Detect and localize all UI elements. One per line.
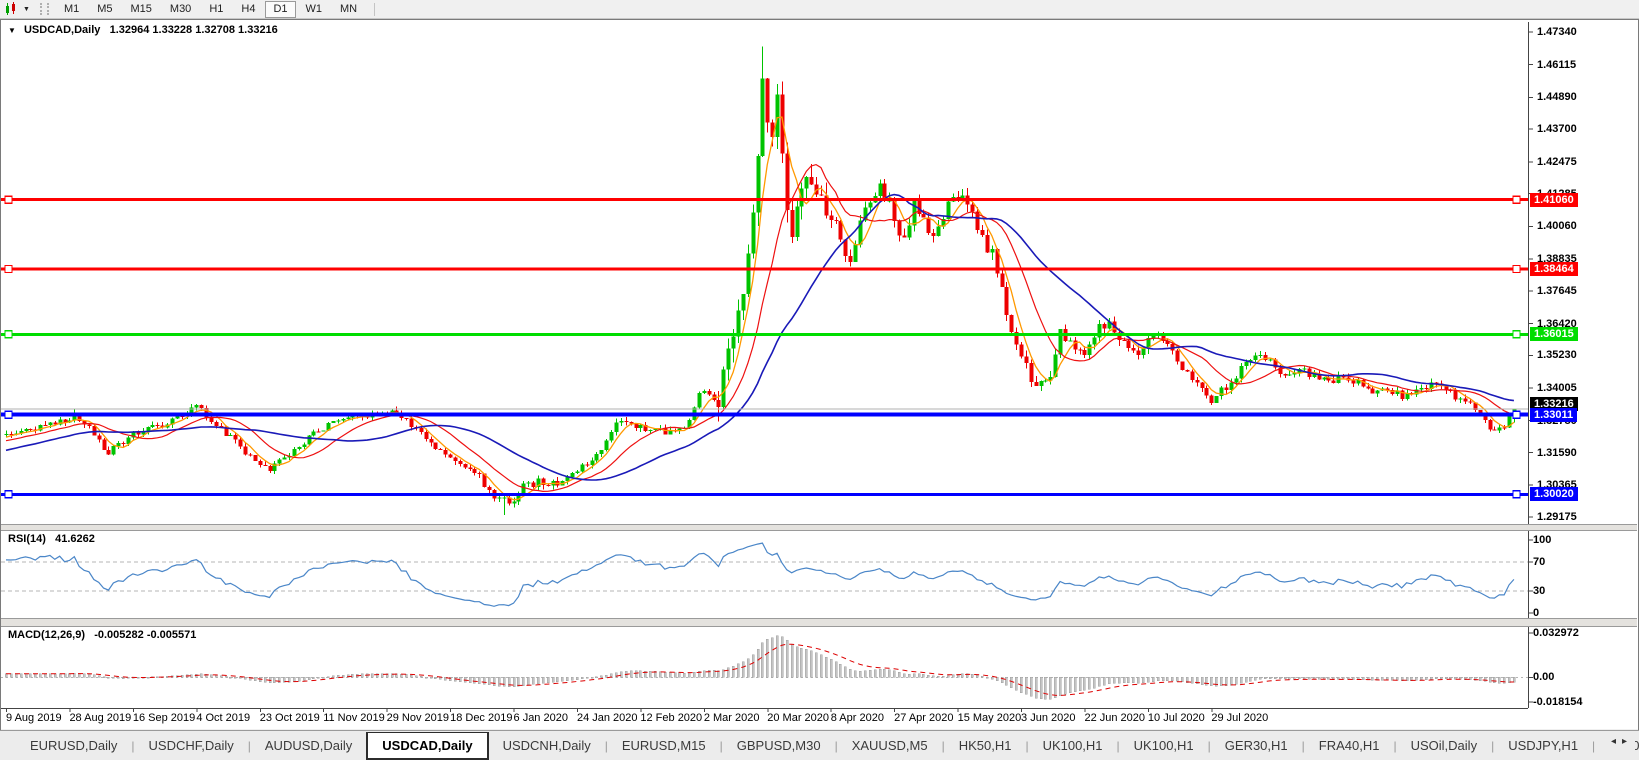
price-tick: 1.34005 — [1537, 382, 1577, 395]
pane-splitter-rsi[interactable] — [1, 524, 1637, 531]
hline-handle[interactable] — [4, 264, 13, 274]
timeframe-button-d1[interactable]: D1 — [265, 0, 296, 18]
chart-type-dropdown-icon[interactable]: ▼ — [23, 6, 30, 13]
tab-audusd-daily[interactable]: AUDUSD,Daily — [251, 733, 366, 759]
hline-handle[interactable] — [4, 490, 13, 499]
date-tick-label: 9 Aug 2019 — [6, 712, 62, 724]
hline-handle[interactable] — [4, 195, 13, 204]
date-tick-label: 16 Sep 2019 — [132, 712, 196, 724]
hline-handle[interactable] — [4, 330, 13, 339]
macd-indicator-label: MACD(12,26,9) -0.005282 -0.005571 — [8, 629, 197, 641]
price-tick: 1.42475 — [1537, 155, 1577, 168]
hline-handle[interactable] — [1512, 195, 1521, 204]
date-tick-label: 28 Aug 2019 — [69, 712, 132, 724]
price-tick: 1.37645 — [1537, 284, 1577, 297]
timeframe-button-h1[interactable]: H1 — [201, 1, 231, 18]
date-tick-label: 22 Jun 2020 — [1084, 712, 1146, 724]
tab-scroll-left-icon[interactable]: ◂ — [1611, 736, 1622, 747]
macd-indicator-values: -0.005282 -0.005571 — [94, 629, 197, 641]
date-tick-label: 3 Jun 2020 — [1021, 712, 1076, 724]
price-tick: 1.46115 — [1537, 58, 1577, 71]
date-tick-label: 11 Nov 2019 — [323, 712, 385, 724]
timeframe-button-m30[interactable]: M30 — [162, 1, 199, 18]
tab-scroll-right-icon[interactable]: ▸ — [1622, 736, 1633, 747]
timeframe-button-m1[interactable]: M1 — [56, 1, 87, 18]
tab-scroll-buttons: ◂▸ — [1608, 732, 1635, 751]
tab-eurusd-daily[interactable]: EURUSD,Daily — [16, 733, 131, 759]
timeframe-button-mn[interactable]: MN — [332, 1, 365, 18]
chart-canvas[interactable] — [0, 0, 1639, 760]
price-tick: 1.31590 — [1537, 446, 1577, 459]
chart-title-symbol: USDCAD,Daily — [23, 24, 101, 36]
date-tick-label: 29 Jul 2020 — [1211, 712, 1269, 724]
tab-usoil-daily[interactable]: USOil,Daily — [1397, 733, 1491, 759]
tab-xauusd-m5[interactable]: XAUUSD,M5 — [838, 733, 942, 759]
date-tick-label: 15 May 2020 — [957, 712, 1022, 724]
chart-title: ▼ USDCAD,Daily 1.32964 1.33228 1.32708 1… — [8, 24, 278, 36]
date-tick-label: 2 Mar 2020 — [703, 712, 760, 724]
hline-handle[interactable] — [1512, 264, 1521, 274]
macd-tick: 0.00 — [1533, 671, 1555, 684]
hline-handle[interactable] — [1512, 330, 1521, 339]
hline-price-tag: 1.33011 — [1530, 407, 1578, 422]
symbol-tabbar: EURUSD,Daily | USDCHF,Daily | AUDUSD,Daily US… — [0, 730, 1639, 760]
date-tick-label: 10 Jul 2020 — [1147, 712, 1205, 724]
price-tick: 1.43700 — [1537, 123, 1577, 136]
date-tick-label: 29 Nov 2019 — [386, 712, 450, 724]
date-tick-label: 6 Jan 2020 — [513, 712, 568, 724]
tab-uk100-h1[interactable]: UK100,H1 — [1120, 733, 1208, 759]
timeframe-buttons: M1 M5 M15 M30 H1 H4 D1 W1 MN — [55, 0, 366, 18]
date-tick-label: 23 Oct 2019 — [259, 712, 320, 724]
hline-price-tag: 1.30020 — [1530, 487, 1578, 502]
chart-title-caret-icon[interactable]: ▼ — [8, 26, 16, 35]
toolbar-separator — [374, 2, 376, 16]
hline-handle[interactable] — [1512, 490, 1521, 499]
date-tick-label: 18 Dec 2019 — [450, 712, 513, 724]
price-tick: 1.29175 — [1537, 511, 1577, 523]
toolbar-grip — [39, 3, 49, 15]
macd-tick: -0.018154 — [1533, 696, 1583, 708]
timeframe-toolbar: ▼ M1 M5 M15 M30 H1 H4 D1 W1 MN — [0, 0, 1639, 19]
hline-price-tag: 1.38464 — [1530, 261, 1578, 276]
tab-usdcad-daily[interactable]: USDCAD,Daily — [366, 731, 489, 760]
price-tick: 1.44890 — [1537, 91, 1577, 104]
timeframe-button-w1[interactable]: W1 — [298, 1, 331, 18]
tab-usdchf-daily[interactable]: USDCHF,Daily — [135, 733, 248, 759]
hline-handle[interactable] — [1512, 410, 1521, 419]
date-tick-label: 8 Apr 2020 — [830, 712, 884, 724]
tab-uk100-h1[interactable]: UK100,H1 — [1029, 733, 1117, 759]
tab-usdjpy-h1[interactable]: USDJPY,H1 — [1494, 733, 1592, 759]
timeframe-button-m15[interactable]: M15 — [123, 1, 160, 18]
date-tick-label: 24 Jan 2020 — [576, 712, 638, 724]
date-tick-label: 4 Oct 2019 — [196, 712, 251, 724]
date-tick-label: 20 Mar 2020 — [767, 712, 830, 724]
date-tick-label: 12 Feb 2020 — [640, 712, 703, 724]
price-tick: 1.47340 — [1537, 26, 1577, 38]
tab-usdcnh-daily[interactable]: USDCNH,Daily — [489, 733, 605, 759]
price-tick: 1.35230 — [1537, 349, 1577, 362]
mt4-window: { "toolbar": { "timeframes": [ {"label":… — [0, 0, 1639, 760]
rsi-indicator-value: 41.6262 — [55, 533, 95, 545]
rsi-tick: 30 — [1533, 585, 1546, 598]
rsi-tick: 100 — [1533, 534, 1552, 546]
hline-price-tag: 1.36015 — [1530, 327, 1578, 342]
pane-splitter-macd[interactable] — [1, 618, 1637, 627]
hline-price-tag: 1.41060 — [1530, 192, 1578, 207]
tab-ger30-h1[interactable]: GER30,H1 — [1211, 733, 1302, 759]
tab-eurusd-m15[interactable]: EURUSD,M15 — [608, 733, 720, 759]
chart-title-ohlc: 1.32964 1.33228 1.32708 1.33216 — [109, 24, 278, 36]
rsi-indicator-label: RSI(14) 41.6262 — [8, 533, 95, 545]
timeframe-button-h4[interactable]: H4 — [233, 1, 263, 18]
price-tick: 1.40060 — [1537, 220, 1577, 233]
macd-tick: 0.032972 — [1533, 627, 1579, 639]
timeframe-button-m5[interactable]: M5 — [89, 1, 120, 18]
tab-gbpusd-m30[interactable]: GBPUSD,M30 — [723, 733, 835, 759]
tab-hk50-h1[interactable]: HK50,H1 — [945, 733, 1026, 759]
rsi-tick: 70 — [1533, 555, 1546, 568]
tab-fra40-h1[interactable]: FRA40,H1 — [1305, 733, 1394, 759]
hline-handle[interactable] — [4, 410, 13, 419]
date-tick-label: 27 Apr 2020 — [894, 712, 954, 724]
chart-type-icon[interactable] — [4, 2, 22, 16]
